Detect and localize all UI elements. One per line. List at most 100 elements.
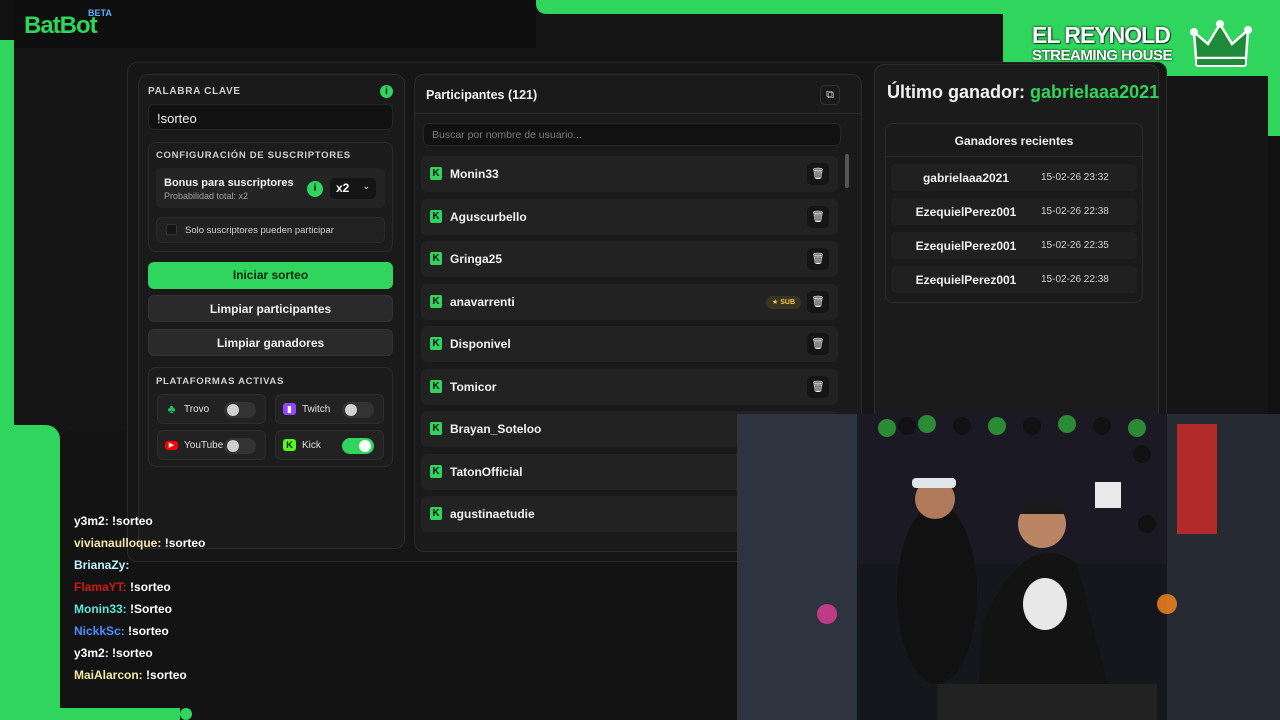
participant-row: K Aguscurbello 🗑 xyxy=(421,198,838,235)
bonus-title: Bonus para suscriptores xyxy=(164,177,294,189)
participant-name: Aguscurbello xyxy=(450,209,527,224)
trash-icon[interactable]: 🗑 xyxy=(807,375,829,398)
participant-name: Brayan_Soteloo xyxy=(450,422,542,436)
chat-username: BrianaZy: xyxy=(74,558,130,572)
chat-text: !sorteo xyxy=(130,580,171,594)
keyword-input[interactable]: !sorteo xyxy=(148,104,393,130)
participant-name: agustinaetudie xyxy=(450,507,535,521)
kick-icon: K xyxy=(430,464,442,478)
participant-name: Tomicor xyxy=(450,379,497,394)
chat-username: FlamaYT: xyxy=(74,580,127,594)
winner-time: 15-02-26 22:38 xyxy=(1041,274,1109,285)
chat-username: y3m2: xyxy=(74,646,109,660)
chat-message: MaiAlarcon: !sorteo xyxy=(74,668,187,682)
keyword-label: PALABRA CLAVE xyxy=(148,86,241,97)
winner-row: EzequielPerez001 15-02-26 22:35 xyxy=(891,232,1137,259)
scrollbar-thumb[interactable] xyxy=(845,154,849,188)
participant-name: Monin33 xyxy=(450,167,499,181)
frame-dot xyxy=(180,708,192,720)
chat-username: MaiAlarcon: xyxy=(74,668,143,682)
chat-message: FlamaYT: !sorteo xyxy=(74,580,171,594)
crown-icon xyxy=(1190,20,1252,67)
trash-icon[interactable]: 🗑 xyxy=(807,333,829,355)
last-winner: Último ganador: gabrielaaa2021 xyxy=(887,82,1159,103)
brand-title: EL REYNOLD STREAMING HOUSE xyxy=(1032,22,1173,64)
kick-icon: K xyxy=(430,422,442,435)
sub-badge-label: SUB xyxy=(780,298,795,306)
bonus-info-icon[interactable]: i xyxy=(307,181,323,197)
only-subs-checkbox[interactable] xyxy=(166,224,177,235)
platform-twitch: ▮ Twitch xyxy=(275,394,384,424)
winner-name: EzequielPerez001 xyxy=(915,273,1017,287)
kick-icon: K xyxy=(430,209,442,223)
start-raffle-button[interactable]: Iniciar sorteo xyxy=(148,262,393,289)
recent-winners-title: Ganadores recientes xyxy=(954,134,1074,148)
trash-icon[interactable]: 🗑 xyxy=(807,163,829,185)
trash-icon[interactable]: 🗑 xyxy=(807,205,829,228)
chat-text: !sorteo xyxy=(146,668,187,682)
kick-icon: K xyxy=(430,294,442,308)
search-input[interactable]: Buscar por nombre de usuario... xyxy=(423,123,841,146)
multiplier-select[interactable]: x2 ⌄ xyxy=(330,178,376,199)
frame-bottom xyxy=(0,708,180,720)
participant-name: Gringa25 xyxy=(450,252,503,266)
chat-message: NickkSc: !sorteo xyxy=(74,624,169,638)
chat-username: Monin33: xyxy=(74,602,127,616)
brand-line1: EL REYNOLD xyxy=(1032,22,1171,48)
platforms-label: PLATAFORMAS ACTIVAS xyxy=(156,376,284,387)
winner-name: EzequielPerez001 xyxy=(915,205,1017,219)
info-icon[interactable]: i xyxy=(380,85,393,98)
sub-badge: ★ SUB xyxy=(765,295,801,309)
stream-overlay: BatBot BETA EL REYNOLD STREAMING HOUSE P… xyxy=(0,0,1280,720)
participant-row: K Disponivel 🗑 xyxy=(421,326,838,362)
webcam-feed xyxy=(737,414,1280,720)
participant-row: K Gringa25 🗑 xyxy=(421,241,838,277)
kick-icon: K xyxy=(430,507,442,520)
winner-row: gabrielaaa2021 15-02-26 23:32 xyxy=(891,164,1137,191)
participants-title: Participantes (121) xyxy=(426,88,538,102)
winner-name: EzequielPerez001 xyxy=(915,239,1017,253)
winner-time: 15-02-26 22:38 xyxy=(1041,206,1109,217)
chat-username: NickkSc: xyxy=(74,624,125,638)
participant-name: TatonOfficial xyxy=(450,464,523,479)
chat-text: !Sorteo xyxy=(130,602,173,616)
bonus-subtitle: Probabilidad total: x2 xyxy=(164,191,249,201)
frame-top xyxy=(536,0,1280,14)
chevron-down-icon: ⌄ xyxy=(362,181,370,191)
platform-trovo: ♣ Trovo xyxy=(157,394,266,424)
participant-row: K Tomicor 🗑 xyxy=(421,368,838,405)
chat-text: !sorteo xyxy=(112,514,153,528)
kick-icon: K xyxy=(430,252,442,265)
subscriber-config-label: CONFIGURACIÓN DE SUSCRIPTORES xyxy=(156,150,351,161)
chat-message: vivianaulloque: !sorteo xyxy=(74,536,205,550)
logo-text: BatBot xyxy=(24,12,98,39)
copy-icon[interactable]: ⧉ xyxy=(820,85,840,105)
kick-icon: K xyxy=(283,439,296,451)
twitch-toggle[interactable] xyxy=(342,402,374,418)
webcam-image xyxy=(737,414,1280,720)
youtube-toggle[interactable] xyxy=(224,438,256,454)
chat-text: !sorteo xyxy=(164,536,206,550)
trash-icon[interactable]: 🗑 xyxy=(807,290,829,313)
platform-name: YouTube xyxy=(184,440,224,451)
only-subs-label: Solo suscriptores pueden participar xyxy=(185,225,334,236)
participant-name: Disponivel xyxy=(450,337,511,351)
clear-winners-button[interactable]: Limpiar ganadores xyxy=(148,329,393,356)
kick-icon: K xyxy=(430,379,442,393)
chat-message: y3m2: !sorteo xyxy=(74,514,153,528)
kick-icon: K xyxy=(430,167,442,180)
participant-row: K Monin33 🗑 xyxy=(421,156,838,192)
divider xyxy=(886,156,1142,157)
last-winner-name: gabrielaaa2021 xyxy=(1030,82,1160,102)
kick-toggle[interactable] xyxy=(342,438,374,454)
participant-name: anavarrenti xyxy=(450,294,515,309)
participant-row: Kanavarrenti ★ SUB 🗑 xyxy=(421,283,838,320)
winner-name: gabrielaaa2021 xyxy=(922,171,1010,185)
chat-username: y3m2: xyxy=(74,514,109,528)
trovo-toggle[interactable] xyxy=(224,402,256,418)
winner-row: EzequielPerez001 15-02-26 22:38 xyxy=(891,266,1137,293)
trash-icon[interactable]: 🗑 xyxy=(807,248,829,270)
beta-badge: BETA xyxy=(88,8,112,18)
chat-message: BrianaZy: xyxy=(74,558,129,572)
clear-participants-button[interactable]: Limpiar participantes xyxy=(148,295,393,322)
